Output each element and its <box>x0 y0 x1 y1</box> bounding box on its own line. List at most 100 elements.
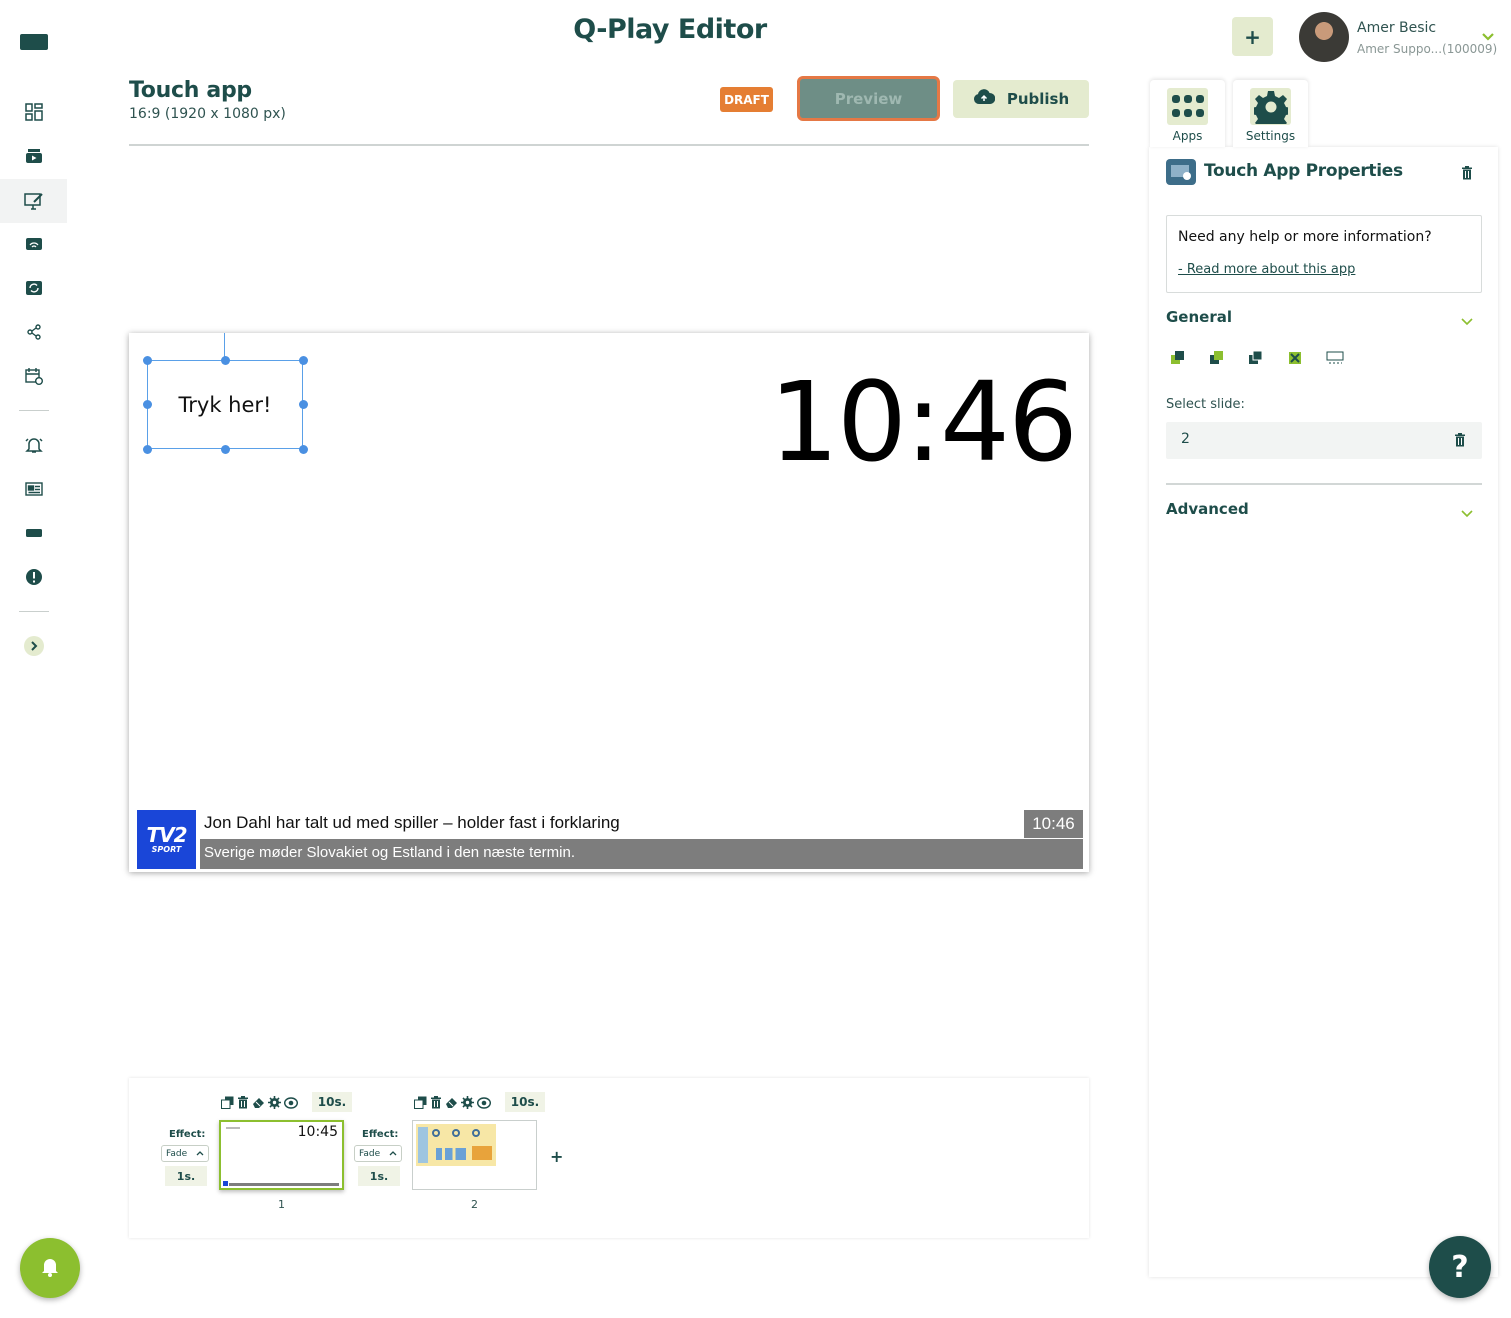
editor-canvas[interactable]: Tryk her! 10:46 TV2 SPORT Jon Dahl har t… <box>129 333 1089 872</box>
slide-toolbar <box>221 1094 299 1113</box>
resize-handle[interactable] <box>143 445 152 454</box>
chevron-down-icon[interactable] <box>1461 311 1473 330</box>
bell-icon <box>40 1255 60 1281</box>
thumb-touch-element <box>226 1127 240 1129</box>
media-icon[interactable] <box>0 134 67 178</box>
slides-strip: 10s. Effect: Fade 1s. 10:45 1 10s. Effec… <box>129 1078 1089 1238</box>
panel-title: Touch App Properties <box>1204 161 1403 181</box>
resolution-text: 16:9 (1920 x 1080 px) <box>129 106 286 122</box>
add-button[interactable]: + <box>1232 17 1273 56</box>
alert-icon[interactable] <box>0 555 67 599</box>
eraser-icon[interactable] <box>445 1094 458 1113</box>
eye-icon[interactable] <box>476 1094 492 1113</box>
app-title: Q-Play Editor <box>573 14 767 45</box>
divider <box>129 144 1089 146</box>
thumb-ticker-logo <box>223 1181 228 1186</box>
resize-handle[interactable] <box>221 445 230 454</box>
slide-number: 2 <box>471 1198 478 1211</box>
add-slide-button[interactable]: + <box>550 1147 563 1166</box>
bring-forward-icon[interactable] <box>1209 350 1225 370</box>
send-backward-icon[interactable] <box>1248 350 1264 370</box>
touch-app-icon <box>1166 159 1196 185</box>
expand-icon[interactable] <box>0 624 67 668</box>
trash-icon[interactable] <box>430 1094 442 1113</box>
tab-label: Settings <box>1245 129 1296 143</box>
fit-screen-icon[interactable] <box>1287 350 1303 370</box>
preview-button[interactable]: Preview <box>797 76 940 121</box>
chevron-down-icon[interactable] <box>1481 27 1495 46</box>
effect-duration[interactable]: 1s. <box>358 1166 400 1186</box>
screens-icon[interactable] <box>0 222 67 266</box>
chevron-down-icon[interactable] <box>1461 503 1473 522</box>
schedule-icon[interactable] <box>0 354 67 398</box>
layout-icon[interactable] <box>1326 350 1344 370</box>
slide-number: 1 <box>278 1198 285 1211</box>
section-general[interactable]: General <box>1166 308 1232 326</box>
news-ticker[interactable]: TV2 SPORT Jon Dahl har talt ud med spill… <box>137 810 1083 869</box>
thumb-dashboard-image <box>416 1124 496 1166</box>
editor-icon[interactable] <box>0 179 67 223</box>
sidebar-divider <box>19 410 49 411</box>
dashboard-icon[interactable] <box>0 90 67 134</box>
effect-value: Fade <box>166 1148 188 1159</box>
resize-handle[interactable] <box>299 400 308 409</box>
trash-icon[interactable] <box>1461 165 1473 184</box>
tab-apps[interactable]: Apps <box>1150 80 1225 147</box>
publish-button[interactable]: Publish <box>953 80 1089 118</box>
resize-handle[interactable] <box>299 445 308 454</box>
chevron-up-icon <box>196 1149 204 1159</box>
resize-handle[interactable] <box>143 356 152 365</box>
effect-label: Effect: <box>362 1129 399 1140</box>
effect-select[interactable]: Fade <box>161 1145 209 1162</box>
divider <box>1166 483 1482 485</box>
gear-icon[interactable] <box>461 1094 474 1113</box>
tab-label: Apps <box>1172 129 1203 143</box>
user-name: Amer Besic <box>1357 20 1437 36</box>
slide-toolbar <box>414 1094 492 1113</box>
device-icon[interactable] <box>0 511 67 555</box>
read-more-link[interactable]: - Read more about this app <box>1178 262 1355 277</box>
logo-icon[interactable] <box>0 20 67 64</box>
playlist-icon[interactable] <box>0 266 67 310</box>
trash-icon[interactable] <box>1454 432 1466 451</box>
duplicate-icon[interactable] <box>221 1094 234 1113</box>
bring-front-icon[interactable] <box>1170 350 1186 370</box>
slide-duration[interactable]: 10s. <box>505 1092 545 1112</box>
resize-handle[interactable] <box>143 400 152 409</box>
eye-icon[interactable] <box>283 1094 299 1113</box>
thumb-ticker <box>229 1183 339 1186</box>
slide-thumbnail[interactable] <box>412 1120 537 1190</box>
slide-duration[interactable]: 10s. <box>312 1092 352 1112</box>
gear-icon[interactable] <box>268 1094 281 1113</box>
resize-handle[interactable] <box>221 356 230 365</box>
effect-select[interactable]: Fade <box>354 1145 402 1162</box>
notification-button[interactable] <box>20 1238 80 1298</box>
clock-widget[interactable]: 10:46 <box>769 358 1078 486</box>
section-advanced[interactable]: Advanced <box>1166 500 1249 518</box>
slide-thumbnail[interactable]: 10:45 <box>219 1120 344 1190</box>
effect-duration[interactable]: 1s. <box>165 1166 207 1186</box>
status-badge: DRAFT <box>720 87 773 112</box>
touch-button-element[interactable]: Tryk her! <box>147 360 303 449</box>
general-toolbar <box>1170 350 1344 370</box>
cloud-upload-icon <box>973 89 996 109</box>
chevron-up-icon <box>389 1149 397 1159</box>
page-title: Touch app <box>129 78 252 103</box>
tab-settings[interactable]: Settings <box>1233 80 1308 147</box>
eraser-icon[interactable] <box>252 1094 265 1113</box>
alarm-icon[interactable] <box>0 423 67 467</box>
effect-value: Fade <box>359 1148 381 1159</box>
share-icon[interactable] <box>0 310 67 354</box>
ticker-subline: Sverige møder Slovakiet og Estland i den… <box>200 839 1083 869</box>
thumb-clock: 10:45 <box>297 1124 338 1140</box>
trash-icon[interactable] <box>237 1094 249 1113</box>
help-button[interactable]: ? <box>1429 1236 1491 1298</box>
resize-handle[interactable] <box>299 356 308 365</box>
effect-label: Effect: <box>169 1129 206 1140</box>
gear-icon <box>1250 88 1291 125</box>
select-slide-field[interactable]: 2 <box>1166 422 1482 459</box>
avatar[interactable] <box>1299 12 1349 62</box>
duplicate-icon[interactable] <box>414 1094 427 1113</box>
help-box: Need any help or more information? - Rea… <box>1166 215 1482 293</box>
news-icon[interactable] <box>0 467 67 511</box>
